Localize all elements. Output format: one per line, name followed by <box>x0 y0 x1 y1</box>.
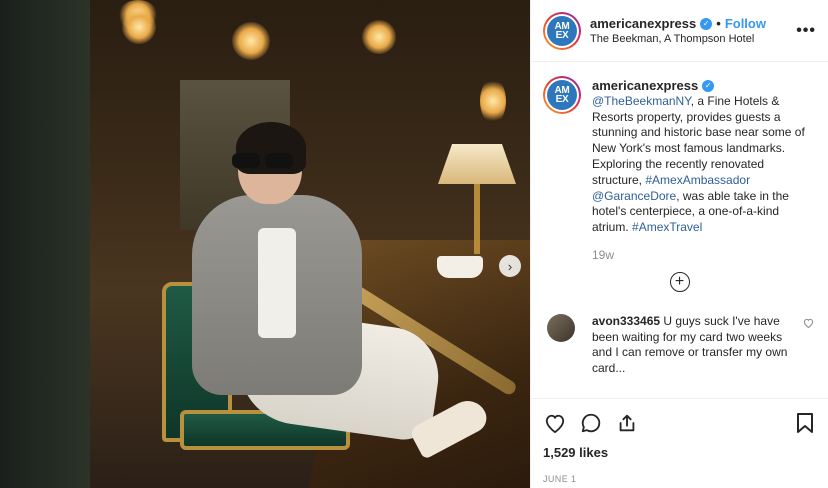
post-time-ago[interactable]: 19w <box>592 248 816 264</box>
coffee-cup <box>437 256 483 278</box>
ceiling-lamp <box>122 10 156 44</box>
mention-link[interactable]: @GaranceDore <box>592 189 676 203</box>
amex-logo-icon: AM EX <box>547 15 577 46</box>
bookmark-icon <box>797 413 813 433</box>
comments-area[interactable]: AM EX americanexpress ✓ @TheBeekmanNY, a … <box>531 62 828 398</box>
header-username[interactable]: americanexpress <box>590 16 696 31</box>
caption-username[interactable]: americanexpress <box>592 78 698 94</box>
next-photo-button[interactable]: › <box>499 255 521 277</box>
person-shirt <box>258 228 296 338</box>
comment-button[interactable] <box>579 411 603 435</box>
table-lamp-stem <box>474 184 480 254</box>
photo-wall <box>0 0 90 488</box>
sunglasses <box>232 153 294 169</box>
comment-icon <box>581 413 601 433</box>
follow-button[interactable]: Follow <box>725 16 766 31</box>
hashtag-link[interactable]: #AmexAmbassador <box>645 173 750 187</box>
ceiling-lamp <box>232 22 270 60</box>
share-button[interactable] <box>615 411 639 435</box>
hashtag-link[interactable]: #AmexTravel <box>632 220 702 234</box>
comment-avatar[interactable] <box>547 313 575 342</box>
avatar[interactable]: AM EX <box>543 11 581 50</box>
likes-count[interactable]: 1,529 likes <box>543 445 817 460</box>
wall-lamp <box>480 78 506 124</box>
verified-badge-icon: ✓ <box>702 79 715 92</box>
verified-badge-icon: ✓ <box>700 17 713 30</box>
post-photo[interactable]: › <box>0 0 530 488</box>
mention-link[interactable]: @TheBeekmanNY <box>592 94 691 108</box>
separator-dot: • <box>716 16 721 31</box>
load-more-comments-button[interactable]: + <box>543 271 816 292</box>
comment-item: avon333465 U guys suck I've have been wa… <box>543 313 816 377</box>
chevron-right-icon: › <box>507 258 513 274</box>
location-link[interactable]: The Beekman, A Thompson Hotel <box>590 33 788 45</box>
caption: AM EX americanexpress ✓ @TheBeekmanNY, a … <box>543 76 816 264</box>
comment-username[interactable]: avon333465 <box>592 314 660 328</box>
more-options-icon[interactable]: ••• <box>788 22 816 40</box>
post-date[interactable]: JUNE 1 <box>543 474 817 484</box>
share-icon <box>619 414 635 432</box>
comment-like-icon[interactable] <box>803 318 814 328</box>
post-actions: 1,529 likes JUNE 1 <box>531 398 828 484</box>
plus-circle-icon: + <box>669 271 690 292</box>
table-lamp <box>438 144 516 184</box>
like-button[interactable] <box>543 411 567 435</box>
heart-icon <box>545 414 565 433</box>
save-button[interactable] <box>793 411 817 435</box>
caption-avatar[interactable]: AM EX <box>543 76 581 114</box>
post-side-panel: AM EX americanexpress ✓ • Follow The Beek… <box>530 0 828 488</box>
caption-text: @TheBeekmanNY, a Fine Hotels & Resorts p… <box>592 93 805 235</box>
amex-logo-icon: AM EX <box>547 80 577 110</box>
post-header: AM EX americanexpress ✓ • Follow The Beek… <box>531 0 828 62</box>
ceiling-lamp <box>362 20 396 54</box>
